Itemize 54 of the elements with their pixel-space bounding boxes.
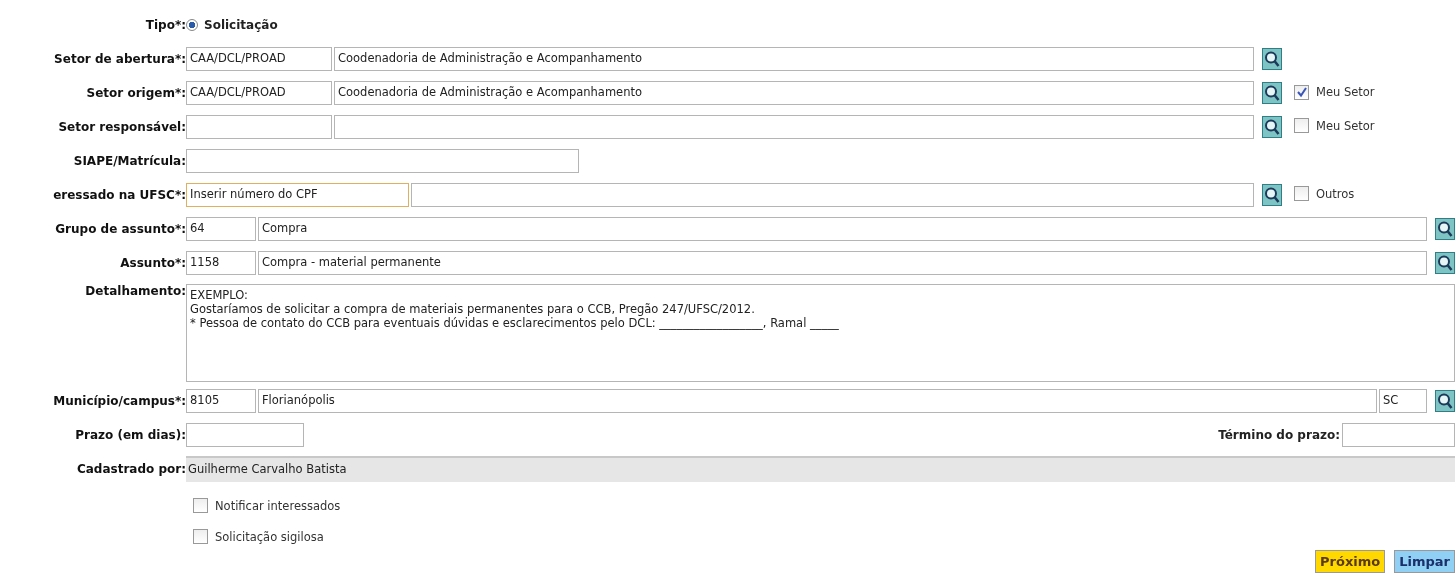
sector-name-field[interactable]: Coodenadoria de Administração e Acompanhamento bbox=[334, 81, 1254, 105]
field-label: Setor de abertura*: bbox=[54, 52, 186, 66]
days-field[interactable] bbox=[186, 423, 304, 447]
search-icon[interactable] bbox=[1262, 184, 1282, 206]
cpf-field[interactable]: Inserir número do CPF bbox=[186, 183, 409, 207]
search-icon[interactable] bbox=[1262, 82, 1282, 104]
checkbox[interactable] bbox=[1294, 84, 1309, 100]
checkbox-label: Notificar interessados bbox=[215, 498, 341, 513]
siape-field[interactable] bbox=[186, 149, 579, 173]
sector-name-field[interactable]: Coodenadoria de Administração e Acompanhamento bbox=[334, 47, 1254, 71]
code-field[interactable]: 1158 bbox=[186, 251, 256, 275]
radio-label: Solicitação bbox=[204, 18, 278, 32]
field-label: Tipo*: bbox=[145, 18, 186, 32]
field-label: Setor origem*: bbox=[86, 86, 186, 100]
field-label: Término do prazo: bbox=[1218, 428, 1340, 442]
radio-button[interactable] bbox=[186, 19, 198, 31]
sector-code-field[interactable] bbox=[186, 115, 332, 139]
checkbox[interactable] bbox=[1294, 118, 1309, 133]
sector-code-field[interactable]: CAA/DCL/PROAD bbox=[186, 81, 332, 105]
field-label: SIAPE/Matrícula: bbox=[73, 154, 186, 168]
field-label: Município/campus*: bbox=[53, 394, 186, 408]
field-label: eressado na UFSC*: bbox=[53, 188, 186, 202]
field-label: Prazo (em dias): bbox=[75, 428, 186, 442]
search-icon[interactable] bbox=[1435, 252, 1455, 274]
clear-button[interactable]: Limpar bbox=[1394, 550, 1455, 573]
next-button[interactable]: Próximo bbox=[1315, 550, 1386, 573]
checkbox-label: Solicitação sigilosa bbox=[215, 529, 324, 544]
checkbox-label: Outros bbox=[1316, 186, 1355, 201]
sector-code-field[interactable]: CAA/DCL/PROAD bbox=[186, 47, 332, 71]
name-field[interactable]: Compra - material permanente bbox=[258, 251, 1427, 275]
search-icon[interactable] bbox=[1262, 48, 1282, 70]
name-field[interactable] bbox=[411, 183, 1254, 207]
checkbox-label: Meu Setor bbox=[1316, 118, 1375, 133]
field-label: Setor responsável: bbox=[58, 120, 186, 134]
detail-textarea[interactable]: EXEMPLO: Gostaríamos de solicitar a compra de materiais permanentes para o CCB, Pregão 247/UFSC/2012. * Pessoa de contato do CCB para eventuais dúvidas e esclarecimentos pelo DCL: __________________, Ramal _____ bbox=[186, 284, 1455, 382]
end-date-field[interactable] bbox=[1342, 423, 1455, 447]
field-label: Assunto*: bbox=[120, 256, 186, 270]
checkbox-label: Meu Setor bbox=[1316, 85, 1375, 100]
city-field[interactable]: Florianópolis bbox=[258, 389, 1377, 413]
name-field[interactable]: Compra bbox=[258, 217, 1427, 241]
sector-name-field[interactable] bbox=[334, 115, 1254, 139]
search-icon[interactable] bbox=[1435, 390, 1455, 412]
field-label: Grupo de assunto*: bbox=[55, 222, 186, 236]
registered-by-field: Guilherme Carvalho Batista bbox=[186, 456, 1455, 482]
search-icon[interactable] bbox=[1435, 218, 1455, 240]
checkbox[interactable] bbox=[193, 498, 208, 513]
code-field[interactable]: 8105 bbox=[186, 389, 256, 413]
search-icon[interactable] bbox=[1262, 116, 1282, 138]
field-label: Detalhamento: bbox=[85, 284, 186, 298]
checkbox[interactable] bbox=[1294, 186, 1309, 201]
state-field[interactable]: SC bbox=[1379, 389, 1427, 413]
checkbox[interactable] bbox=[193, 529, 208, 544]
field-label: Cadastrado por: bbox=[76, 462, 186, 476]
code-field[interactable]: 64 bbox=[186, 217, 256, 241]
